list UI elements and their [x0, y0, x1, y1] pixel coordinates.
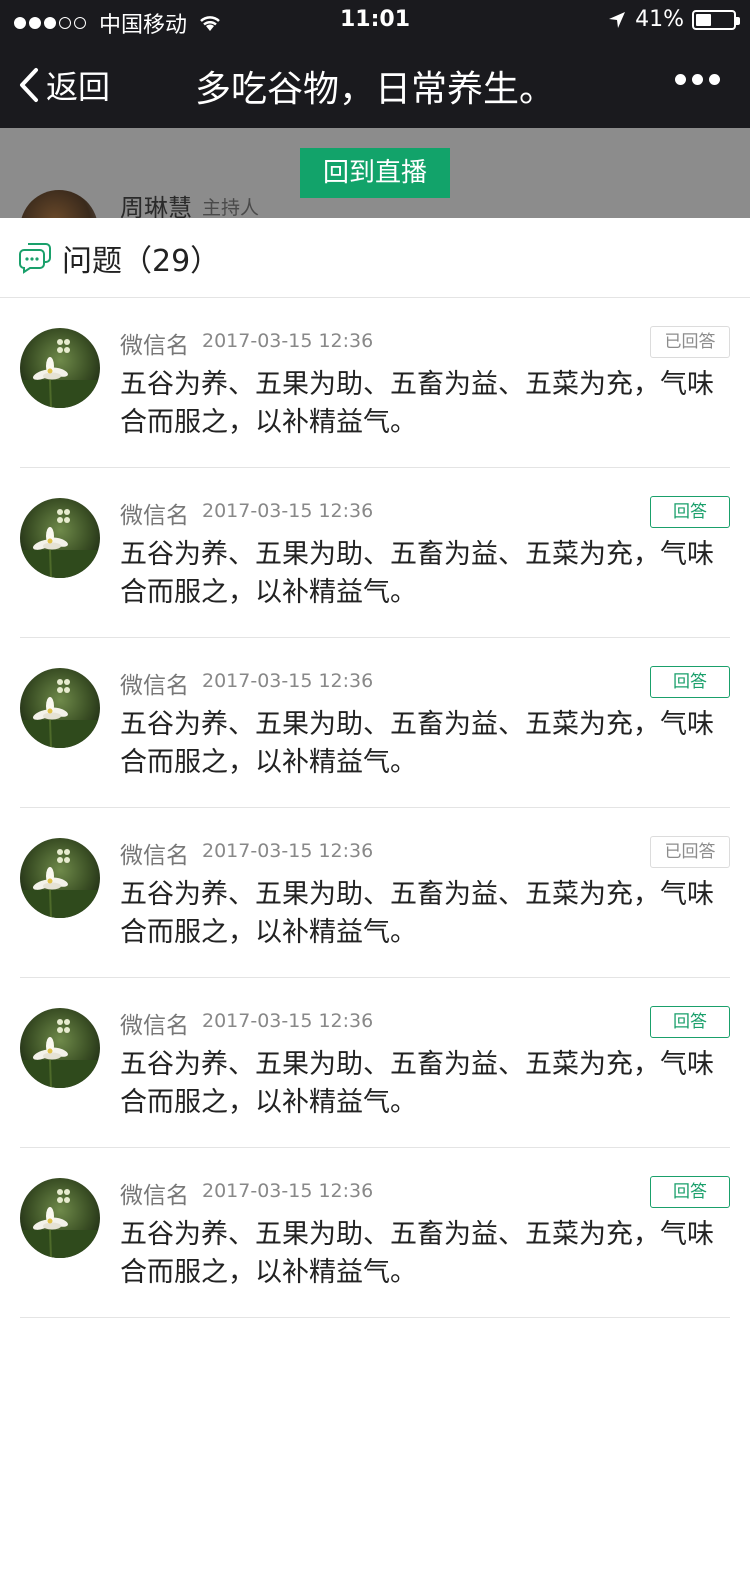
user-name: 微信名	[120, 1183, 189, 1209]
user-name: 微信名	[120, 503, 189, 529]
user-avatar	[20, 1008, 100, 1088]
dimmed-background: 周琳慧 主持人 回到直播	[0, 128, 750, 218]
back-to-live-button[interactable]: 回到直播	[300, 148, 450, 198]
question-text: 五谷为养、五果为助、五畜为益、五菜为充，气味合而服之，以补精益气。	[120, 879, 714, 948]
battery-percent: 41%	[635, 7, 684, 32]
question-item: 微信名 2017-03-15 12:36 已回答五谷为养、五果为助、五畜为益、五菜为…	[20, 298, 730, 468]
more-dot-icon	[675, 74, 686, 85]
more-dot-icon	[692, 74, 703, 85]
back-label: 返回	[46, 68, 111, 106]
question-item: 微信名 2017-03-15 12:36 回答五谷为养、五果为助、五畜为益、五菜为充…	[20, 638, 730, 808]
question-timestamp: 2017-03-15 12:36	[202, 670, 374, 692]
question-timestamp: 2017-03-15 12:36	[202, 840, 374, 862]
host-name: 周琳慧	[120, 194, 192, 218]
question-item: 微信名 2017-03-15 12:36 回答五谷为养、五果为助、五畜为益、五菜为充…	[20, 978, 730, 1148]
question-timestamp: 2017-03-15 12:36	[202, 500, 374, 522]
question-text: 五谷为养、五果为助、五畜为益、五菜为充，气味合而服之，以补精益气。	[120, 539, 714, 608]
page-title: 多吃谷物，日常养生。	[194, 69, 555, 110]
answered-badge: 已回答	[650, 836, 730, 868]
answered-badge: 已回答	[650, 326, 730, 358]
location-arrow-icon	[609, 11, 626, 28]
chat-bubble-icon	[19, 243, 51, 274]
nav-bar: 返回 多吃谷物，日常养生。	[0, 40, 750, 128]
question-timestamp: 2017-03-15 12:36	[202, 1010, 374, 1032]
answer-button[interactable]: 回答	[650, 1006, 730, 1038]
more-dot-icon	[709, 74, 720, 85]
user-avatar	[20, 328, 100, 408]
questions-title: 问题（29）	[62, 244, 221, 279]
host-avatar	[20, 190, 98, 218]
user-name: 微信名	[120, 843, 189, 869]
back-button[interactable]: 返回	[18, 62, 110, 108]
status-bar: 中国移动 11:01 41%	[0, 0, 750, 40]
user-avatar	[20, 498, 100, 578]
answer-button[interactable]: 回答	[650, 666, 730, 698]
question-text: 五谷为养、五果为助、五畜为益、五菜为充，气味合而服之，以补精益气。	[120, 1219, 714, 1288]
question-text: 五谷为养、五果为助、五畜为益、五菜为充，气味合而服之，以补精益气。	[120, 709, 714, 778]
question-list: 微信名 2017-03-15 12:36 已回答 五谷为养、五果为助、五畜为益、五菜为…	[0, 298, 750, 1318]
question-timestamp: 2017-03-15 12:36	[202, 1180, 374, 1202]
question-item: 微信名 2017-03-15 12:36 回答五谷为养、五果为助、五畜为益、五菜为充…	[20, 1148, 730, 1318]
user-name: 微信名	[120, 333, 189, 359]
host-role: 主持人	[202, 197, 260, 218]
question-timestamp: 2017-03-15 12:36	[202, 330, 374, 352]
battery-icon	[692, 9, 740, 30]
user-avatar	[20, 838, 100, 918]
user-name: 微信名	[120, 1013, 189, 1039]
answer-button[interactable]: 回答	[650, 496, 730, 528]
answer-button[interactable]: 回答	[650, 1176, 730, 1208]
status-right: 41%	[607, 7, 740, 32]
user-avatar	[20, 668, 100, 748]
questions-panel: 问题（29） 微信名 2017-03-15 12:36 已回答 五谷为养、五果为助、五…	[0, 218, 750, 1592]
user-name: 微信名	[120, 673, 189, 699]
questions-header: 问题（29）	[0, 218, 750, 298]
question-item: 微信名 2017-03-15 12:36 已回答五谷为养、五果为助、五畜为益、五菜为…	[20, 808, 730, 978]
more-button[interactable]	[669, 74, 720, 85]
question-text: 五谷为养、五果为助、五畜为益、五菜为充，气味合而服之，以补精益气。	[120, 1049, 714, 1118]
user-avatar	[20, 1178, 100, 1258]
chevron-left-icon	[20, 68, 38, 102]
question-item: 微信名 2017-03-15 12:36 回答五谷为养、五果为助、五畜为益、五菜为充…	[20, 468, 730, 638]
question-text: 五谷为养、五果为助、五畜为益、五菜为充，气味合而服之，以补精益气。	[120, 369, 714, 438]
